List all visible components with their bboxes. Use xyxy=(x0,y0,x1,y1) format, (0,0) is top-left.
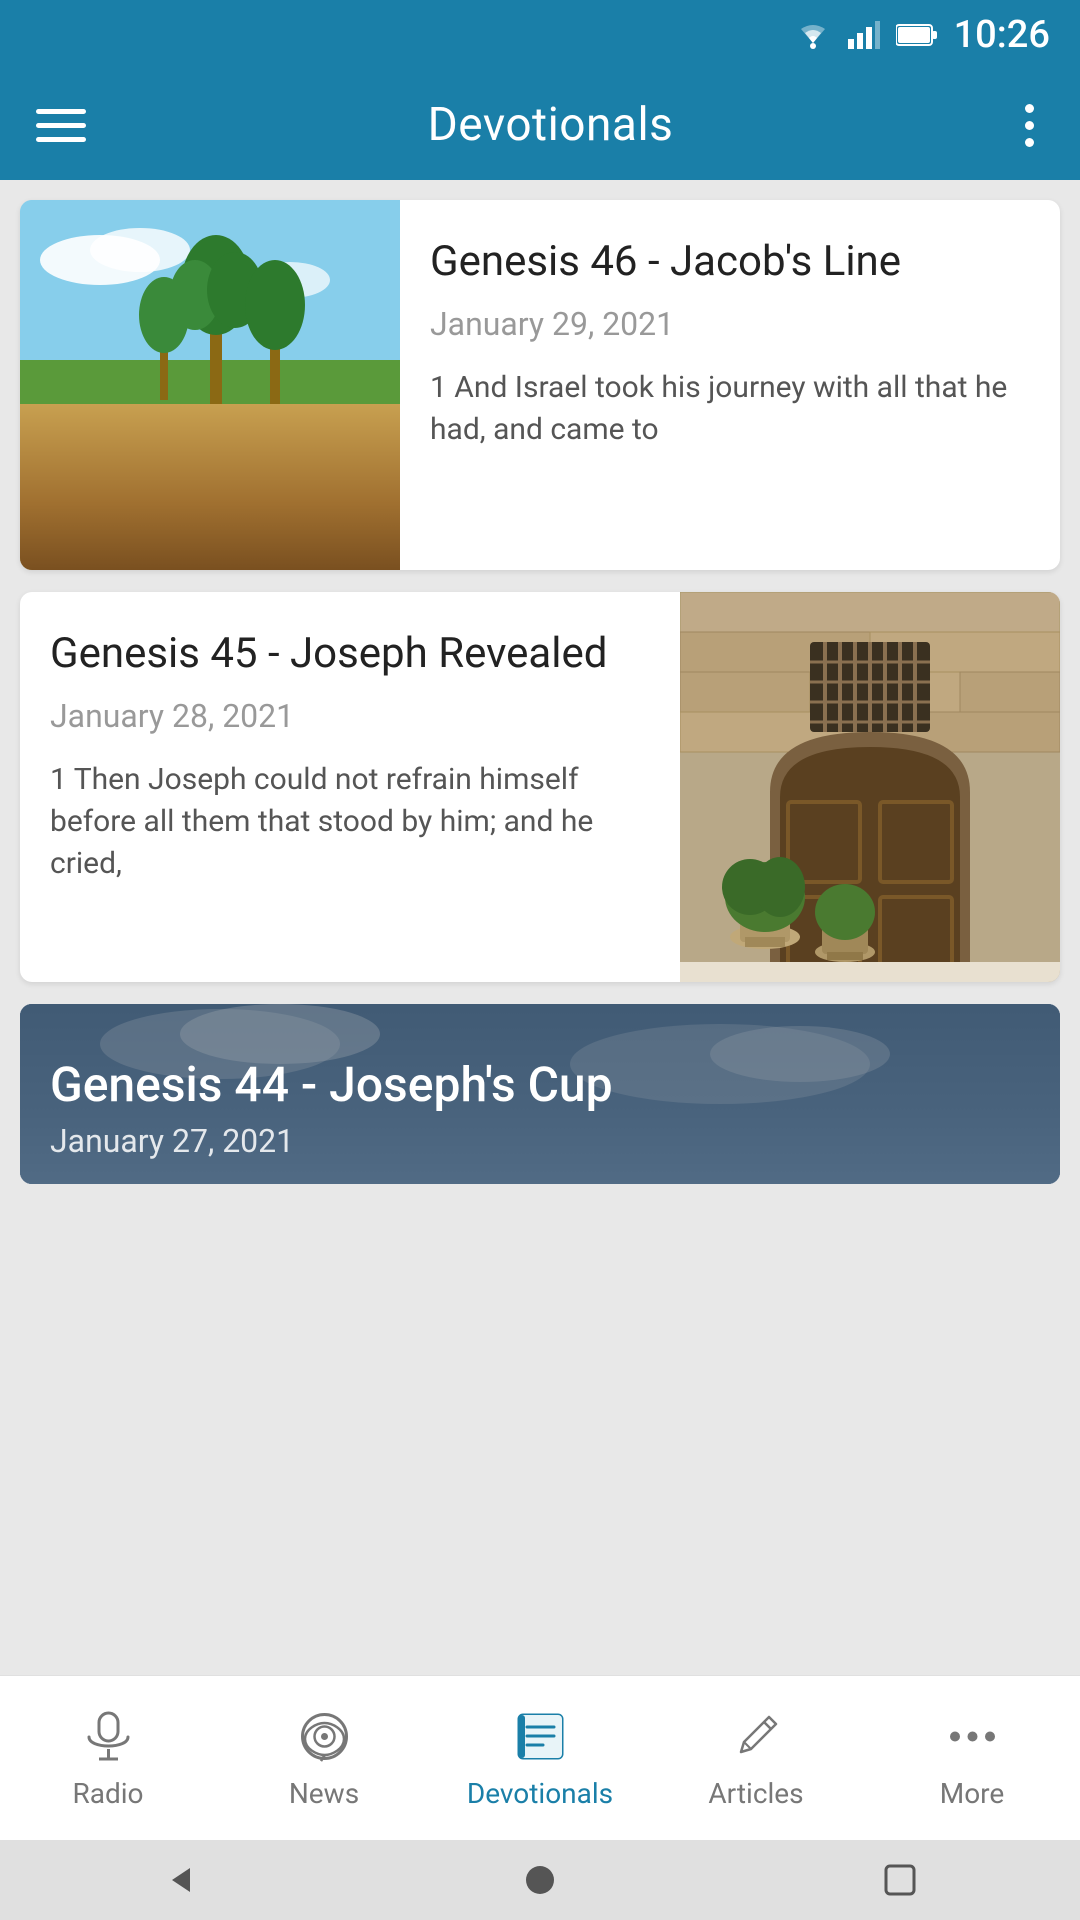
nav-item-radio[interactable]: Radio xyxy=(0,1707,216,1810)
nav-item-news[interactable]: News xyxy=(216,1707,432,1810)
more-vert-button[interactable] xyxy=(1015,94,1044,157)
wifi-icon xyxy=(794,21,832,49)
card-genesis-44[interactable]: Genesis 44 - Joseph's Cup January 27, 20… xyxy=(20,1004,1060,1184)
card-genesis-45[interactable]: Genesis 45 - Joseph Revealed January 28,… xyxy=(20,592,1060,982)
microphone-icon xyxy=(78,1707,138,1767)
card-genesis-46[interactable]: Genesis 46 - Jacob's Line January 29, 20… xyxy=(20,200,1060,570)
content-area: Genesis 46 - Jacob's Line January 29, 20… xyxy=(0,180,1080,1675)
nav-label-articles: Articles xyxy=(708,1777,803,1810)
card-body-2: Genesis 45 - Joseph Revealed January 28,… xyxy=(20,592,680,982)
card-title-1: Genesis 46 - Jacob's Line xyxy=(430,236,1030,289)
card-excerpt-2: 1 Then Joseph could not refrain himself … xyxy=(50,759,650,885)
card-title-2: Genesis 45 - Joseph Revealed xyxy=(50,628,650,681)
card-body-1: Genesis 46 - Jacob's Line January 29, 20… xyxy=(400,200,1060,570)
card-image-door xyxy=(680,592,1060,982)
bottom-nav: Radio News xyxy=(0,1675,1080,1840)
card-date-1: January 29, 2021 xyxy=(430,305,1030,343)
devotionals-icon xyxy=(510,1707,570,1767)
nav-label-more: More xyxy=(940,1777,1005,1810)
page-title: Devotionals xyxy=(428,98,674,152)
nav-item-devotionals[interactable]: Devotionals xyxy=(432,1707,648,1810)
more-dots-icon xyxy=(942,1707,1002,1767)
card-full-date: January 27, 2021 xyxy=(50,1122,1030,1160)
articles-icon xyxy=(726,1707,786,1767)
status-time: 10:26 xyxy=(954,13,1050,57)
nav-item-articles[interactable]: Articles xyxy=(648,1707,864,1810)
status-icons: 10:26 xyxy=(794,13,1050,57)
card-excerpt-1: 1 And Israel took his journey with all t… xyxy=(430,367,1030,451)
card-full-title: Genesis 44 - Joseph's Cup xyxy=(50,1056,1030,1114)
home-button[interactable] xyxy=(500,1855,580,1905)
card-date-2: January 28, 2021 xyxy=(50,697,650,735)
battery-icon xyxy=(896,23,938,47)
system-nav xyxy=(0,1840,1080,1920)
signal-icon xyxy=(848,21,880,49)
nav-item-more[interactable]: More xyxy=(864,1707,1080,1810)
nav-label-devotionals: Devotionals xyxy=(467,1777,613,1810)
nav-label-radio: Radio xyxy=(72,1777,143,1810)
app-bar: Devotionals xyxy=(0,70,1080,180)
back-button[interactable] xyxy=(140,1855,220,1905)
news-icon xyxy=(294,1707,354,1767)
card-image-camels xyxy=(20,200,400,570)
status-bar: 10:26 xyxy=(0,0,1080,70)
nav-label-news: News xyxy=(289,1777,359,1810)
card-full-body: Genesis 44 - Joseph's Cup January 27, 20… xyxy=(20,1032,1060,1184)
recents-button[interactable] xyxy=(860,1855,940,1905)
menu-button[interactable] xyxy=(36,109,86,142)
